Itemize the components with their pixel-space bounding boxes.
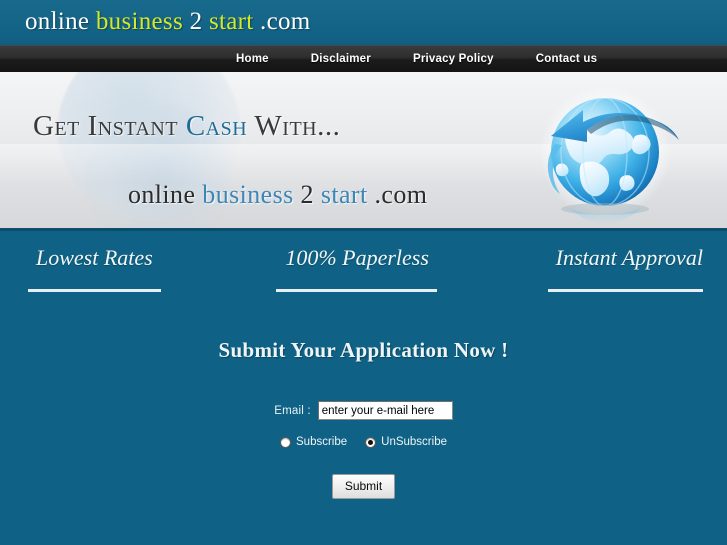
feature-underline-2 — [276, 289, 438, 292]
hero-subheadline: online business 2 start .com — [128, 180, 427, 210]
hero-headline-post: With... — [247, 110, 341, 142]
logo-part-start: start — [208, 7, 254, 35]
submit-button[interactable]: Submit — [331, 474, 396, 499]
hero-headline: Get Instant Cash With... — [33, 110, 340, 143]
option-subscribe[interactable]: Subscribe — [280, 436, 361, 448]
nav-item-home[interactable]: Home — [222, 53, 283, 65]
feature-label-instant-approval: Instant Approval — [555, 245, 703, 270]
hero-logo-part-two: 2 — [300, 180, 314, 209]
feature-lowest-rates: Lowest Rates — [0, 245, 242, 309]
nav-list: Home Disclaimer Privacy Policy Contact u… — [222, 53, 611, 65]
hero-banner: Get Instant Cash With... online business… — [0, 72, 727, 231]
email-row: Email : — [0, 401, 727, 420]
feature-highlights: Lowest Rates 100% Paperless Instant Appr… — [0, 231, 727, 309]
feature-underline-3 — [547, 289, 703, 292]
option-unsubscribe[interactable]: UnSubscribe — [365, 436, 447, 448]
globe-arrow-icon — [507, 80, 703, 228]
logo-part-online: online — [25, 7, 90, 35]
page-root: online business 2 start .com Home Discla… — [0, 0, 727, 545]
logo-part-com: .com — [260, 7, 311, 35]
site-header: online business 2 start .com — [0, 0, 727, 43]
feature-underline-1 — [28, 289, 161, 292]
radio-unsubscribe[interactable] — [365, 436, 377, 448]
submit-row: Submit — [0, 474, 727, 499]
hero-headline-pre: Get Instant — [33, 110, 186, 142]
main-navigation: Home Disclaimer Privacy Policy Contact u… — [0, 43, 727, 72]
hero-logo-part-com: .com — [374, 180, 428, 209]
feature-paperless: 100% Paperless — [242, 245, 484, 309]
radio-label-unsubscribe: UnSubscribe — [381, 436, 447, 448]
subscription-options: Subscribe UnSubscribe — [0, 436, 727, 448]
hero-headline-accent: Cash — [185, 110, 248, 142]
logo-part-business: business — [95, 7, 183, 35]
nav-item-privacy-policy[interactable]: Privacy Policy — [399, 53, 508, 65]
site-logo[interactable]: online business 2 start .com — [25, 8, 311, 36]
nav-item-contact-us[interactable]: Contact us — [522, 53, 611, 65]
radio-subscribe[interactable] — [280, 436, 291, 448]
logo-part-two: 2 — [189, 7, 203, 35]
form-title: Submit Your Application Now ! — [218, 338, 509, 362]
hero-logo-part-start: start — [320, 180, 368, 209]
email-label: Email : — [274, 404, 311, 417]
hero-logo-part-online: online — [128, 180, 196, 209]
feature-instant-approval: Instant Approval — [485, 245, 727, 309]
nav-item-disclaimer[interactable]: Disclaimer — [297, 53, 385, 65]
email-input[interactable] — [317, 401, 453, 420]
feature-label-lowest-rates: Lowest Rates — [36, 245, 153, 270]
radio-label-subscribe: Subscribe — [296, 436, 348, 448]
feature-label-paperless: 100% Paperless — [285, 245, 429, 270]
hero-logo-part-business: business — [202, 180, 294, 209]
application-form: Submit Your Application Now ! Email : Su… — [0, 309, 727, 539]
